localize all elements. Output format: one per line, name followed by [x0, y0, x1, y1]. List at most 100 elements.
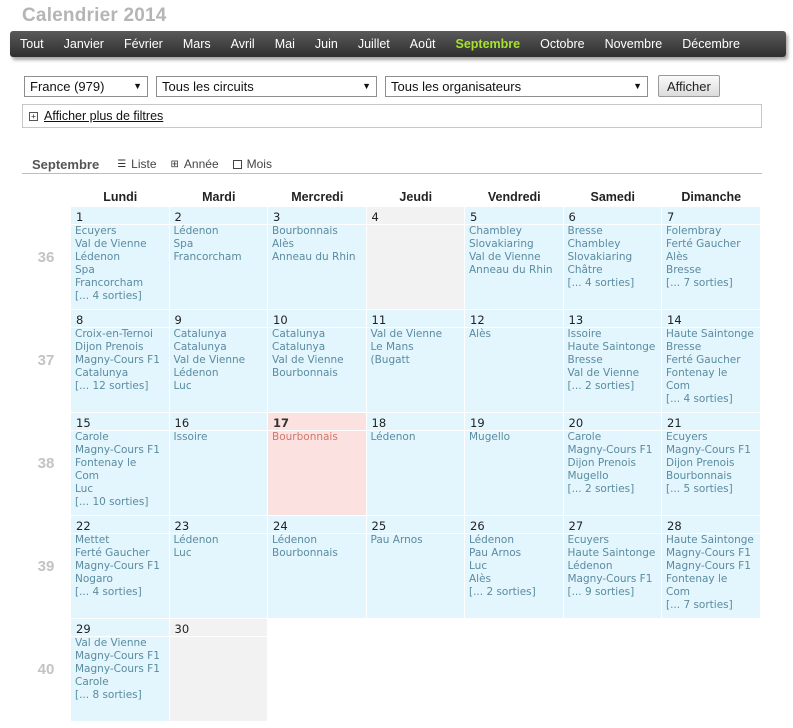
event-link[interactable]: Fontenay le — [666, 367, 760, 380]
nav-item-10[interactable]: Octobre — [540, 37, 584, 51]
show-button[interactable]: Afficher — [658, 75, 720, 97]
more-events-link[interactable]: [... 8 sorties] — [75, 689, 169, 702]
event-link[interactable]: Anneau du Rhin — [469, 264, 563, 277]
circuit-select[interactable]: Tous les circuits ▼ — [156, 75, 377, 97]
calendar-day-cell[interactable]: 3 Bourbonnais Alès Anneau du Rhin — [268, 207, 366, 309]
event-link[interactable]: Catalunya — [174, 328, 268, 341]
event-link[interactable]: Ferté Gaucher — [666, 354, 760, 367]
nav-item-0[interactable]: Tout — [20, 37, 44, 51]
expand-plus-icon[interactable]: + — [29, 111, 38, 121]
calendar-day-cell[interactable]: 9 Catalunya Catalunya Val de Vienne Lédenon L… — [169, 310, 268, 412]
more-events-link[interactable]: [... 12 sorties] — [75, 380, 169, 393]
event-link[interactable]: Magny-Cours F1 — [568, 444, 662, 457]
calendar-day-cell[interactable]: 30 — [169, 619, 267, 721]
event-link[interactable]: Bourbonnais — [272, 431, 366, 444]
more-events-link[interactable]: [... 4 sorties] — [75, 586, 169, 599]
calendar-day-cell[interactable]: 11 Val de Vienne Le Mans (Bugatt — [366, 310, 465, 412]
event-link[interactable]: Lédenon — [174, 534, 268, 547]
event-link[interactable]: Ferté Gaucher — [75, 547, 169, 560]
calendar-day-cell[interactable]: 26 Lédenon Pau Arnos Luc Alès [... 2 sorties] — [465, 516, 563, 618]
calendar-day-cell[interactable]: 14 Haute Saintonge Bresse Ferté Gaucher Font… — [662, 310, 760, 412]
more-events-link[interactable]: [... 2 sorties] — [568, 380, 662, 393]
more-events-link[interactable]: [... 2 sorties] — [469, 586, 563, 599]
event-link[interactable]: Ecuyers — [666, 431, 760, 444]
event-link[interactable]: Bourbonnais — [666, 470, 760, 483]
view-year-button[interactable]: ⊞ Année — [171, 157, 219, 171]
event-link[interactable]: Com — [75, 470, 169, 483]
calendar-day-cell[interactable]: 29 Val de Vienne Magny-Cours F1 Magny-Cours… — [71, 619, 169, 721]
calendar-day-cell[interactable]: 20 Carole Magny-Cours F1 Dijon Prenois Mugel… — [563, 413, 662, 515]
event-link[interactable]: Fontenay le — [666, 573, 760, 586]
event-link[interactable]: Mettet — [75, 534, 169, 547]
event-link[interactable]: Magny-Cours F1 — [75, 650, 169, 663]
event-link[interactable]: Magny-Cours F1 — [666, 560, 760, 573]
calendar-day-cell[interactable]: 21 Ecuyers Magny-Cours F1 Dijon Prenois Bour… — [662, 413, 760, 515]
event-link[interactable]: Chambley — [469, 225, 563, 238]
more-events-link[interactable]: [... 7 sorties] — [666, 599, 760, 612]
nav-item-2[interactable]: Février — [124, 37, 163, 51]
event-link[interactable]: Slovakiaring — [568, 251, 662, 264]
event-link[interactable]: Com — [666, 586, 760, 599]
nav-item-5[interactable]: Mai — [275, 37, 295, 51]
more-events-link[interactable]: [... 5 sorties] — [666, 483, 760, 496]
event-link[interactable]: Magny-Cours F1 — [75, 560, 169, 573]
event-link[interactable]: Val de Vienne — [174, 354, 268, 367]
event-link[interactable]: Val de Vienne — [568, 367, 662, 380]
event-link[interactable]: (Bugatt — [371, 354, 465, 367]
nav-item-11[interactable]: Novembre — [605, 37, 663, 51]
event-link[interactable]: Bresse — [568, 354, 662, 367]
event-link[interactable]: Alès — [272, 238, 366, 251]
more-events-link[interactable]: [... 4 sorties] — [568, 277, 662, 290]
event-link[interactable]: Alès — [469, 573, 563, 586]
event-link[interactable]: Pau Arnos — [469, 547, 563, 560]
event-link[interactable]: Dijon Prenois — [666, 457, 760, 470]
calendar-day-cell[interactable]: 24 Lédenon Bourbonnais — [268, 516, 366, 618]
event-link[interactable]: Magny-Cours F1 — [75, 354, 169, 367]
calendar-day-cell[interactable]: 6 Bresse Chambley Slovakiaring Châtre [... 4 … — [563, 207, 662, 309]
calendar-day-cell[interactable]: 4 — [366, 207, 464, 309]
event-link[interactable]: Francorcham — [174, 251, 268, 264]
more-events-link[interactable]: [... 9 sorties] — [568, 586, 662, 599]
event-link[interactable]: Lédenon — [371, 431, 465, 444]
calendar-day-cell[interactable]: 27 Ecuyers Haute Saintonge Lédenon Magny-Cou… — [563, 516, 662, 618]
calendar-day-cell[interactable]: 7 Folembray Ferté Gaucher Alès Bresse [... 7 … — [662, 207, 760, 309]
event-link[interactable]: Bourbonnais — [272, 547, 366, 560]
calendar-day-cell[interactable]: 16 Issoire — [169, 413, 267, 515]
event-link[interactable]: Catalunya — [272, 328, 366, 341]
event-link[interactable]: Ecuyers — [568, 534, 662, 547]
nav-item-4[interactable]: Avril — [231, 37, 255, 51]
nav-item-3[interactable]: Mars — [183, 37, 211, 51]
calendar-day-cell[interactable]: 18 Lédenon — [366, 413, 465, 515]
view-list-button[interactable]: ☰ Liste — [117, 157, 156, 171]
event-link[interactable]: Ferté Gaucher — [666, 238, 760, 251]
event-link[interactable]: Catalunya — [75, 367, 169, 380]
event-link[interactable]: Val de Vienne — [75, 637, 169, 650]
event-link[interactable]: Dijon Prenois — [568, 457, 662, 470]
calendar-day-cell[interactable]: 13 Issoire Haute Saintonge Bresse Val de Vie… — [563, 310, 662, 412]
event-link[interactable]: Luc — [469, 560, 563, 573]
event-link[interactable]: Chambley — [568, 238, 662, 251]
event-link[interactable]: Val de Vienne — [469, 251, 563, 264]
event-link[interactable]: Châtre — [568, 264, 662, 277]
calendar-day-cell[interactable]: 8 Croix-en-Ternoi Dijon Prenois Magny-Cours… — [71, 310, 169, 412]
event-link[interactable]: Carole — [568, 431, 662, 444]
more-filters-link[interactable]: Afficher plus de filtres — [44, 109, 163, 123]
event-link[interactable]: Mugello — [469, 431, 563, 444]
calendar-day-cell[interactable]: 17 Bourbonnais — [268, 413, 366, 515]
nav-item-7[interactable]: Juillet — [358, 37, 390, 51]
event-link[interactable]: Carole — [75, 676, 169, 689]
event-link[interactable]: Francorcham — [75, 277, 169, 290]
event-link[interactable]: Lédenon — [75, 251, 169, 264]
event-link[interactable]: Com — [666, 380, 760, 393]
event-link[interactable]: Nogaro — [75, 573, 169, 586]
event-link[interactable]: Magny-Cours F1 — [666, 444, 760, 457]
event-link[interactable]: Magny-Cours F1 — [75, 663, 169, 676]
calendar-day-cell[interactable]: 5 Chambley Slovakiaring Val de Vienne Anneau… — [465, 207, 563, 309]
event-link[interactable]: Anneau du Rhin — [272, 251, 366, 264]
event-link[interactable]: Pau Arnos — [371, 534, 465, 547]
event-link[interactable]: Luc — [75, 483, 169, 496]
nav-item-6[interactable]: Juin — [315, 37, 338, 51]
event-link[interactable]: Val de Vienne — [75, 238, 169, 251]
event-link[interactable]: Le Mans — [371, 341, 465, 354]
more-events-link[interactable]: [... 4 sorties] — [75, 290, 169, 303]
